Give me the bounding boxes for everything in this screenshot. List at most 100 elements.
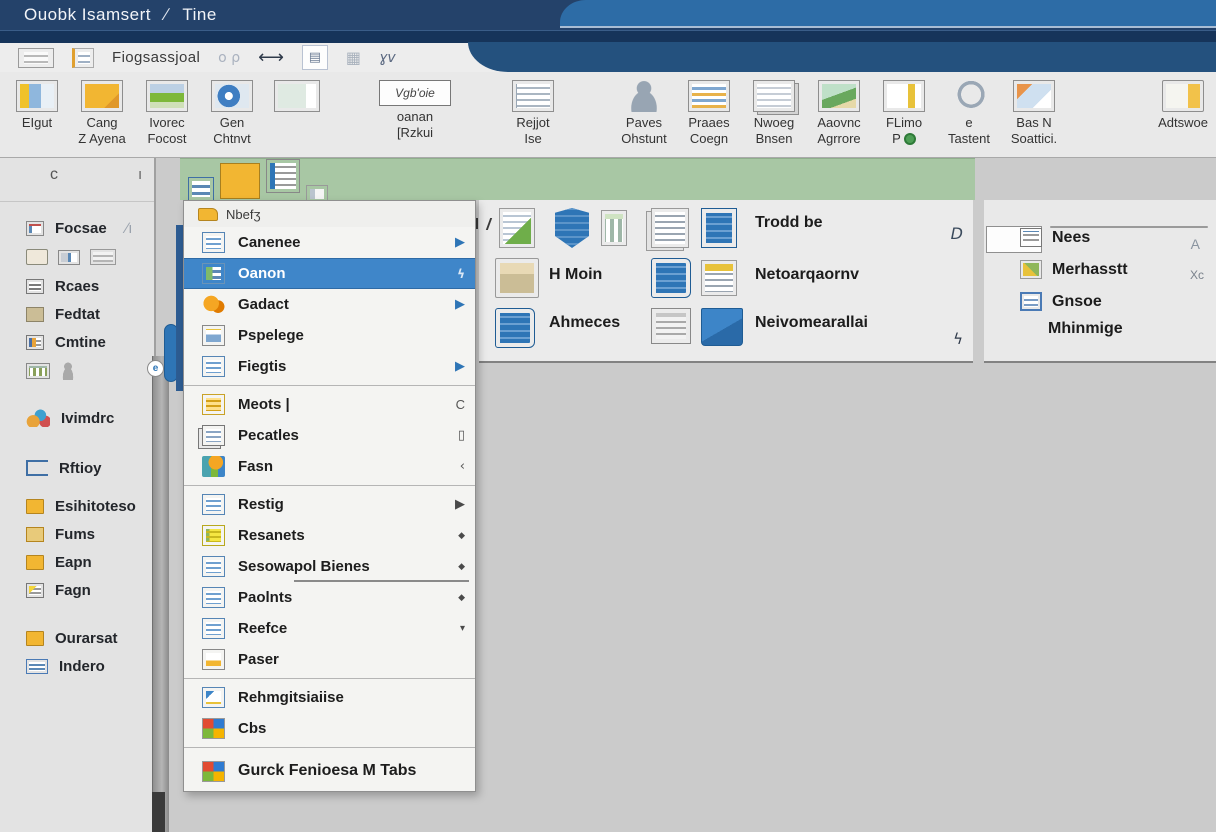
ribbon-button-e[interactable]: eTastent <box>940 80 998 148</box>
menu-item-paolnts[interactable]: Paolnts ◆ <box>184 582 475 613</box>
open-box-icon[interactable] <box>495 258 539 298</box>
sidebar-item-focsae[interactable]: Focsae ∕ı <box>26 214 154 242</box>
title-divider: ∕ <box>165 5 168 24</box>
menu-item-gurck-tabs[interactable]: Gurck Fenioesa M Tabs <box>184 751 475 791</box>
right-item-nees[interactable]: Nees <box>1020 228 1090 247</box>
ribbon-button-gen[interactable]: GenChtnvt <box>203 80 261 148</box>
grid-icon[interactable]: ▦ <box>346 48 361 67</box>
flag-list-icon[interactable] <box>72 48 94 68</box>
ribbon-button-aaovnc[interactable]: AaovncAgrrore <box>810 80 868 148</box>
menu-item-gadact[interactable]: Gadact ▶ <box>184 289 475 320</box>
sidebar-item-fums[interactable]: Fums <box>26 520 154 548</box>
flag-doc-icon[interactable] <box>701 260 737 296</box>
right-item-label: Mhinmige <box>1048 320 1123 338</box>
sidebar-item-fagn[interactable]: Fagn <box>26 576 154 604</box>
ribbon-button-nwoeg[interactable]: NwoegBnsen <box>745 80 803 148</box>
menu-item-reefce[interactable]: Reefce ▾ <box>184 613 475 644</box>
gallery-item-netoarqaornv[interactable]: Netoarqaornv <box>755 266 859 284</box>
pages-stack-icon[interactable] <box>651 208 689 248</box>
person-icon[interactable] <box>60 362 76 380</box>
blue-doc-icon[interactable] <box>701 208 737 248</box>
ribbon-button-panel[interactable] <box>268 80 326 112</box>
gallery-item-neivomearallai[interactable]: Neivomearallai <box>755 314 868 332</box>
ribbon-label2: Ohstunt <box>621 131 667 147</box>
collapse-icon[interactable]: ᴄ <box>50 166 58 184</box>
menu-item-meots[interactable]: Meots | C <box>184 389 475 420</box>
right-item-gnsoe[interactable]: Gnsoe <box>1020 292 1102 311</box>
menu-item-cbs[interactable]: Cbs <box>184 713 475 744</box>
menu-item-sesowapol[interactable]: Sesowapol Bienes ◆ <box>184 551 475 582</box>
ribbon-label: oanan <box>397 109 433 125</box>
shield-doc-icon[interactable] <box>555 208 589 248</box>
doc-import-icon[interactable] <box>499 208 535 248</box>
menu-item-pecatles[interactable]: Pecatles ▯ <box>184 420 475 451</box>
ribbon-button-cang[interactable]: CangZ Ayena <box>73 80 131 148</box>
camera-icon[interactable] <box>26 249 48 265</box>
resize-arrow-icon[interactable]: ⟷ <box>258 47 284 68</box>
ribbon-label2: Soattici. <box>1011 131 1057 147</box>
sidebar-item-ivimdrc[interactable]: Ivimdrc <box>26 404 154 432</box>
ribbon-button-paves[interactable]: PavesOhstunt <box>615 80 673 148</box>
menu-item-fiegtis[interactable]: Fiegtis ▶ <box>184 351 475 382</box>
envelope-icon[interactable] <box>90 249 116 265</box>
vertical-scrollbar[interactable] <box>152 356 169 832</box>
card-icon[interactable] <box>58 250 80 265</box>
menu-item-resanets[interactable]: Resanets ◆ <box>184 520 475 551</box>
ribbon-button-praaes[interactable]: PraaesCoegn <box>680 80 738 148</box>
sidebar-item-eapn[interactable]: Eapn <box>26 548 154 576</box>
edit-mark: ∕ı <box>126 220 133 237</box>
right-item-mhinmige[interactable]: Mhinmige <box>1048 320 1123 338</box>
gallery-item-trodd[interactable]: Trodd be <box>755 214 823 232</box>
blue-book-icon[interactable] <box>651 258 691 298</box>
blue-book-icon[interactable] <box>495 308 535 348</box>
blue-folder-icon[interactable] <box>701 308 743 346</box>
sidebar-item-ourarsat[interactable]: Ourarsat <box>26 624 154 652</box>
gallery-item-ahmeces[interactable]: Ahmeces <box>549 314 620 332</box>
ribbon-button-eigut[interactable]: EIgut <box>8 80 66 131</box>
menu-item-oanon-selected[interactable]: Oanon ϟ <box>184 258 475 289</box>
ribbon-label: Gen <box>220 115 245 131</box>
panel-icon <box>202 325 225 346</box>
sidebar-item-label: Fums <box>55 526 95 543</box>
menu-item-rehmgitsiaiise[interactable]: Rehmgitsiaiise <box>184 682 475 713</box>
printer-icon[interactable] <box>26 363 50 379</box>
ribbon-button-ivorec[interactable]: IvorecFocost <box>138 80 196 148</box>
ribbon-button-adtswoe[interactable]: Adtswoe <box>1154 80 1212 131</box>
shortcut-text: C <box>456 397 465 412</box>
sidebar-item-cmtine[interactable]: Cmtine <box>26 328 154 356</box>
ribbon-label: Adtswoe <box>1158 115 1208 131</box>
sidebar-item-indero[interactable]: Indero <box>26 652 154 680</box>
sync-icon[interactable]: e <box>147 360 164 377</box>
gallery-item-moin[interactable]: H Moin <box>549 266 602 284</box>
submenu-arrow-icon: ▶ <box>455 359 465 374</box>
panel-icon[interactable] <box>266 159 300 193</box>
diamond-icon: ◆ <box>458 562 465 572</box>
folder-icon <box>198 208 218 221</box>
sidebar-item-rftioy[interactable]: Rftioy <box>26 454 154 482</box>
menu-item-canenee[interactable]: Canenee ▶ <box>184 227 475 258</box>
ribbon-label: FLimo <box>886 115 922 131</box>
menu-item-restig[interactable]: Restig ▶ <box>184 489 475 520</box>
sidebar-item-fedtat[interactable]: Fedtat <box>26 300 154 328</box>
title-bar: Ouobk Isamsert∕Tine <box>0 0 1216 30</box>
colorful-burst-icon <box>26 409 50 427</box>
menu-item-paser[interactable]: Paser <box>184 644 475 675</box>
ribbon-button-flimo[interactable]: FLimo P <box>875 80 933 148</box>
sidebar-item-rcaes[interactable]: Rcaes <box>26 272 154 300</box>
right-item-merhasstt[interactable]: Merhasstt <box>1020 260 1128 279</box>
submenu-arrow-icon: ▶ <box>455 235 465 250</box>
table-button[interactable]: ▤ <box>302 45 328 70</box>
sidebar-item-esihitoteso[interactable]: Esihitoteso <box>26 492 154 520</box>
menu-item-pspelege[interactable]: Pspelege <box>184 320 475 351</box>
ribbon-button-bas[interactable]: Bas NSoattici. <box>1005 80 1063 148</box>
list-icon[interactable] <box>18 48 54 68</box>
open-folder-icon[interactable] <box>220 163 260 199</box>
ribbon-button-rejjot[interactable]: RejjotIse <box>504 80 562 148</box>
outline-box-icon <box>26 460 48 476</box>
building-icon[interactable] <box>601 210 627 246</box>
menu-item-fasn[interactable]: Fasn ‹ <box>184 451 475 482</box>
sidebar-icon-row <box>26 242 154 272</box>
list-icon[interactable] <box>188 177 214 201</box>
ribbon-button-boxed[interactable]: Vgb'oie oanan[Rzkui <box>379 80 451 142</box>
printer-icon[interactable] <box>651 308 691 344</box>
